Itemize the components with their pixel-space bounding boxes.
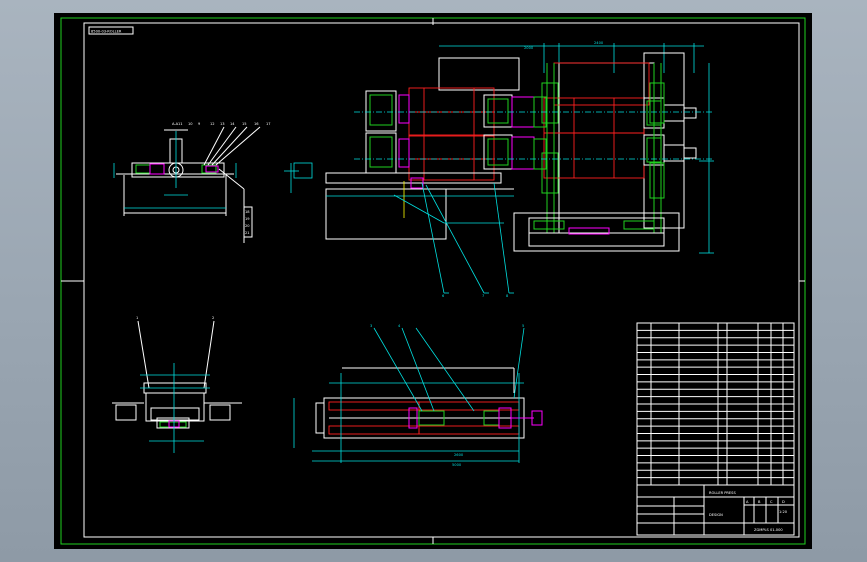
bom-table [636,322,795,486]
balloons-main: 6 7 8 [442,294,509,298]
balloon-19: 19 [245,217,250,221]
balloon-20: 20 [245,224,250,228]
balloon-9: 9 [198,122,201,126]
balloon-13: 13 [220,122,225,126]
end-view: 1 2 [112,316,242,453]
front-view: 2000 2400 [284,41,714,294]
balloon-1: 1 [136,316,138,320]
balloons-top: 11 10 9 12 13 14 15 16 17 [178,122,271,126]
title-block-scale: 1:20 [779,510,788,514]
balloon-14: 14 [230,122,235,126]
balloon-18: 18 [245,210,250,214]
title-block-main-title: ROLLER PRESS [709,491,736,495]
title-block-unit: DESIGN [709,513,723,517]
balloon-4: 4 [398,324,401,328]
balloon-16: 16 [254,122,259,126]
svg-text:2600: 2600 [454,453,464,457]
balloon-5: 5 [522,324,524,328]
sheet-mark-b: B [758,500,761,504]
sheet-mark-a: A [746,500,749,504]
balloon-2: 2 [212,316,214,320]
balloon-17: 17 [266,122,271,126]
title-block-drawing-no: ZGMPLS 01-000 [754,528,783,532]
balloon-3: 3 [370,324,372,328]
side-view: A-A [113,122,261,243]
cad-drawing-viewport[interactable]: 8500-03-ROLLER A-A 11 10 9 12 13 14 15 1… [54,13,812,549]
sheet-border [60,17,806,545]
balloon-8: 8 [506,294,509,298]
title-block: ROLLER PRESS DESIGN ZGMPLS 01-000 1:20 A… [636,484,795,536]
balloon-15: 15 [242,122,247,126]
svg-text:2400: 2400 [594,41,604,45]
balloon-21: 21 [245,231,250,235]
balloon-7: 7 [482,294,484,298]
sheet-mark-d: D [782,500,785,504]
balloon-6: 6 [442,294,445,298]
sheet-mark-c: C [770,500,773,504]
svg-text:2000: 2000 [524,46,534,50]
balloon-11: 11 [178,122,183,126]
balloons-right: 18 19 20 21 [243,206,253,238]
balloon-10: 10 [188,122,193,126]
balloon-12: 12 [210,122,215,126]
stamp-text: 8500-03-ROLLER [91,29,122,33]
svg-text:5000: 5000 [452,463,462,467]
cad-drawing: 8500-03-ROLLER A-A 11 10 9 12 13 14 15 1… [60,17,806,545]
plan-view: 3 4 5 2600 5000 [293,324,543,467]
